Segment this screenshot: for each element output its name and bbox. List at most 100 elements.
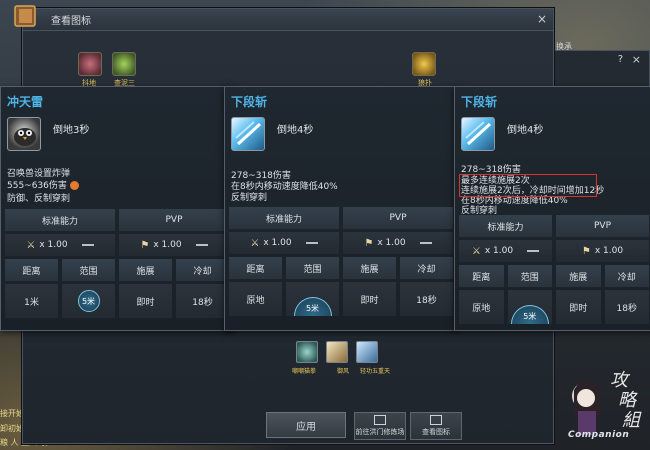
distance-header: 距离 [5, 259, 58, 281]
skill-icon[interactable] [78, 52, 102, 76]
skill-card-title: 冲天雷 [7, 95, 44, 109]
cast-value: 即时 [343, 282, 396, 316]
skill-effect-label: 倒地3秒 [53, 125, 90, 136]
distance-header: 距离 [459, 265, 504, 287]
range-semicircle-icon: 5米 [293, 297, 332, 316]
std-ability-value: ⚔ x 1.00 [459, 240, 552, 262]
std-ability-value: ⚔ x 1.00 [229, 232, 339, 254]
svg-text:組: 組 [622, 410, 642, 431]
cast-value: 即时 [556, 290, 601, 324]
slash-icon [235, 121, 262, 146]
flag-icon: ⚑ [140, 239, 150, 251]
skill-icon [7, 117, 41, 151]
flag-icon: ⚑ [581, 245, 591, 257]
distance-value: 原地 [229, 282, 282, 316]
top-skill-icons [78, 52, 136, 76]
cooldown-value: 18秒 [604, 290, 649, 324]
skill-desc-line: 278~318伤害 [231, 171, 291, 181]
range-semicircle-icon: 5米 [510, 305, 549, 324]
close-icon[interactable]: × [632, 53, 641, 66]
skill-desc-line: 反制穿刺 [231, 193, 268, 203]
std-ability-value: ⚔ x 1.00 [5, 234, 115, 256]
skill-icon [231, 117, 265, 151]
watermark-text: Companion [568, 430, 630, 440]
distance-value: 原地 [459, 290, 504, 324]
skill-icon[interactable] [412, 52, 436, 76]
skill-card-title: 下段斩 [231, 95, 268, 109]
view-icons-button[interactable]: 查看图标 [410, 412, 462, 440]
skill-icon[interactable] [296, 341, 318, 363]
pvp-value: ⚑ x 1.00 [343, 232, 453, 254]
cooldown-value: 18秒 [400, 282, 453, 316]
skill-icon-label: 轻功五重天 [360, 368, 391, 375]
range-header: 范围 [62, 259, 115, 281]
apply-button[interactable]: 应用 [266, 412, 346, 438]
grid-icon [430, 415, 442, 425]
skill-card: 下段斩 倒地4秒 278~318伤害 最多连续施展2次 连续施展2次后，冷却时间… [454, 86, 650, 331]
swords-icon: ⚔ [26, 239, 36, 251]
skill-desc-line: 召唤兽设置炸弹 [7, 169, 71, 179]
view-icons-label: 查看图标 [422, 428, 450, 436]
bird-icon [14, 128, 36, 146]
close-button[interactable]: × [535, 12, 549, 26]
svg-text:略: 略 [618, 390, 638, 411]
window-title-bar[interactable]: 查看图标 [23, 9, 553, 31]
window-title: 查看图标 [51, 16, 91, 27]
cooldown-value: 18秒 [176, 284, 229, 318]
fire-icon [69, 181, 79, 190]
slash-icon [465, 121, 492, 146]
secondary-window-text: 换承 [556, 42, 572, 51]
range-circle-icon: 5米 [77, 290, 100, 312]
cooldown-header: 冷却 [400, 257, 453, 279]
skill-icon-label: 嘲嘲猫拳 [292, 368, 317, 375]
skill-stats-table: 标准能力 PVP ⚔ x 1.00 ⚑ x 1.00 距离 范围 施展 冷却 原地 … [459, 215, 649, 327]
pvp-value: ⚑ x 1.00 [556, 240, 649, 262]
svg-text:攻: 攻 [610, 370, 631, 391]
range-header: 范围 [286, 257, 339, 279]
cooldown-header: 冷却 [176, 259, 229, 281]
skill-stats-table: 标准能力 PVP ⚔ x 1.00 ⚑ x 1.00 距离 范围 施展 冷却 1米 … [5, 209, 229, 321]
help-icon[interactable]: ? [618, 54, 623, 65]
cast-header: 施展 [556, 265, 601, 287]
skill-desc-line: 在8秒内移动速度降低40% [231, 182, 338, 192]
skill-icon [461, 117, 495, 151]
skill-card-title: 下段斩 [461, 95, 498, 109]
range-value: 5米 [286, 282, 339, 316]
skill-card: 下段斩 倒地4秒 278~318伤害 在8秒内移动速度降低40% 反制穿刺 标准… [224, 86, 458, 331]
skill-icon-label: 御风 [337, 368, 350, 375]
std-ability-header: 标准能力 [459, 215, 552, 237]
skill-desc-line: 555~636伤害 [7, 181, 79, 192]
cast-value: 即时 [119, 284, 172, 318]
training-ground-button[interactable]: 前往洪门修炼场 [354, 412, 406, 440]
pvp-value: ⚑ x 1.00 [119, 234, 229, 256]
pvp-header: PVP [556, 215, 649, 237]
distance-value: 1米 [5, 284, 58, 318]
book-icon [14, 5, 36, 27]
skill-card: 冲天雷 倒地3秒 召唤兽设置炸弹 555~636伤害 防御、反制穿刺 标准能力 … [0, 86, 234, 331]
pvp-header: PVP [119, 209, 229, 231]
highlight-box [459, 174, 597, 197]
std-ability-header: 标准能力 [229, 207, 339, 229]
map-icon [374, 415, 386, 425]
flag-icon: ⚑ [364, 237, 374, 249]
range-value: 5米 [62, 284, 115, 318]
skill-icon[interactable] [326, 341, 348, 363]
cooldown-header: 冷却 [604, 265, 649, 287]
std-ability-header: 标准能力 [5, 209, 115, 231]
bottom-skill-icons [296, 341, 378, 363]
range-header: 范围 [507, 265, 552, 287]
cast-header: 施展 [119, 259, 172, 281]
pvp-header: PVP [343, 207, 453, 229]
skill-icon[interactable] [112, 52, 136, 76]
skill-stats-table: 标准能力 PVP ⚔ x 1.00 ⚑ x 1.00 距离 范围 施展 冷却 原地 … [229, 207, 453, 319]
distance-header: 距离 [229, 257, 282, 279]
skill-effect-label: 倒地4秒 [277, 125, 314, 136]
skill-effect-label: 倒地4秒 [507, 125, 544, 136]
swords-icon: ⚔ [471, 245, 481, 257]
range-value: 5米 [507, 290, 552, 324]
training-ground-label: 前往洪门修炼场 [355, 428, 405, 436]
skill-icon[interactable] [356, 341, 378, 363]
cast-header: 施展 [343, 257, 396, 279]
skill-desc-line: 防御、反制穿刺 [7, 194, 71, 204]
swords-icon: ⚔ [250, 237, 260, 249]
